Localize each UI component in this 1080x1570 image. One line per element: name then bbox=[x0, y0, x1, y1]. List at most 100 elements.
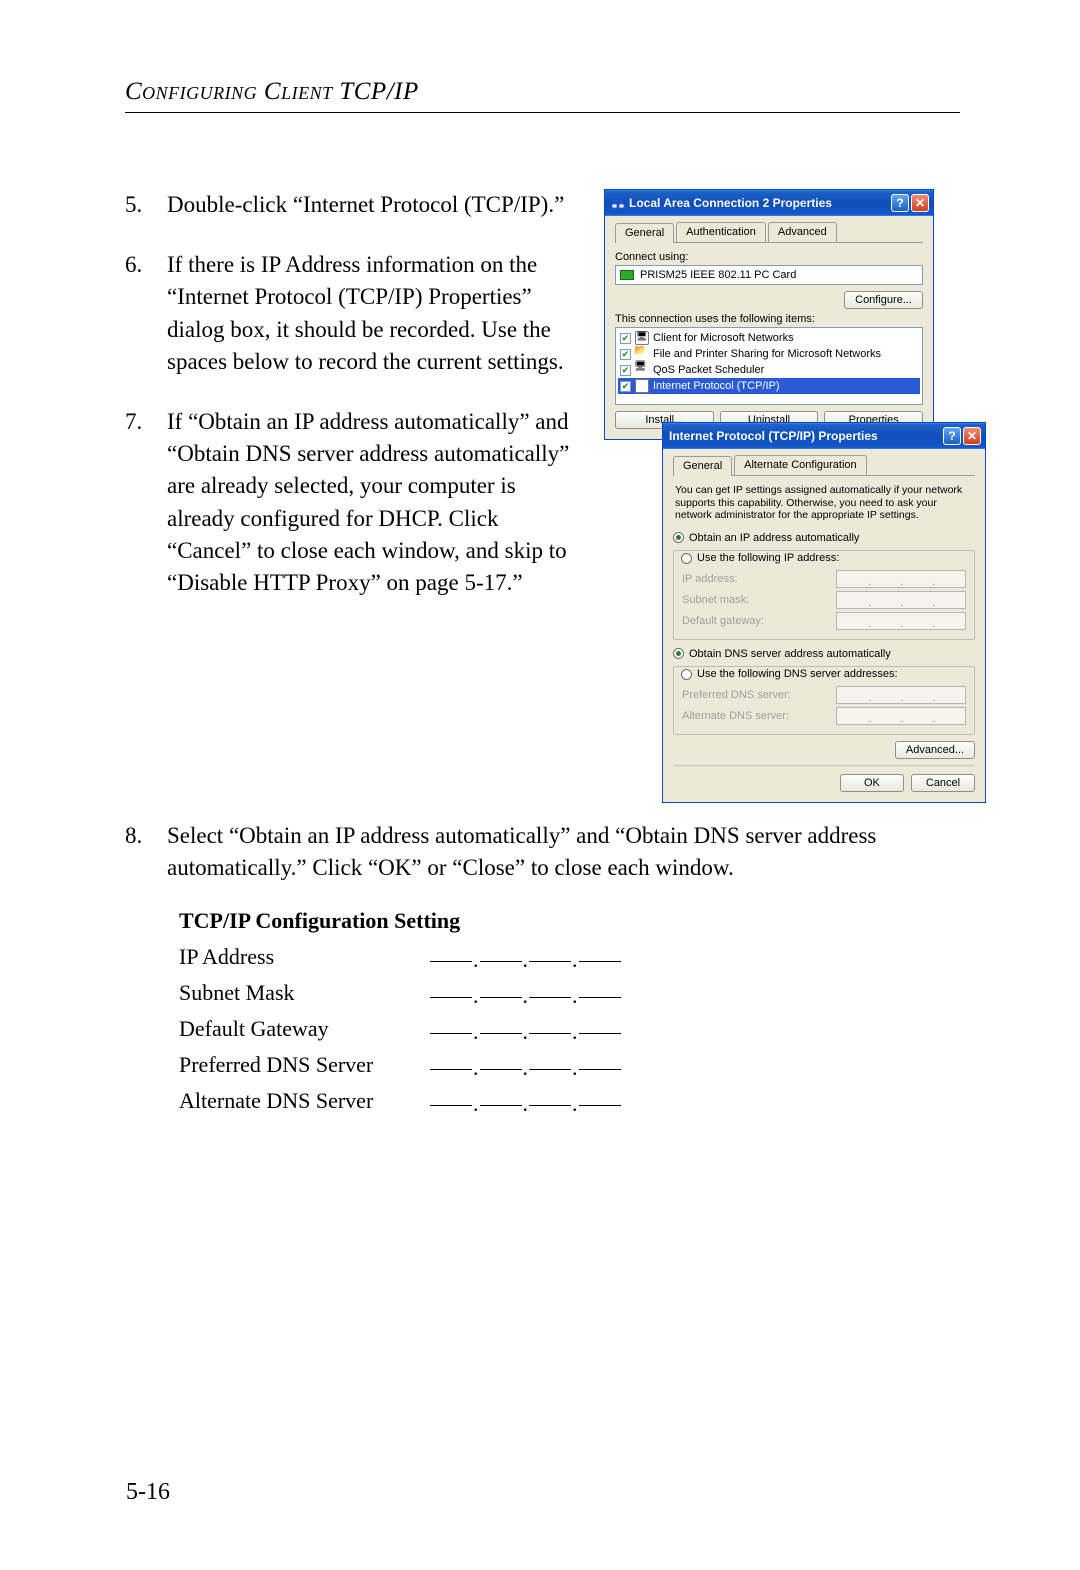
tab-general[interactable]: General bbox=[615, 223, 674, 243]
lan-titlebar[interactable]: Local Area Connection 2 Properties ? ✕ bbox=[605, 190, 933, 216]
list-item[interactable]: File and Printer Sharing for Microsoft N… bbox=[618, 346, 920, 362]
radio-use-ip[interactable]: Use the following IP address: bbox=[678, 552, 842, 564]
config-label: Default Gateway bbox=[179, 1016, 429, 1042]
radio-label: Use the following IP address: bbox=[697, 552, 839, 564]
close-button[interactable]: ✕ bbox=[911, 194, 929, 212]
ip-input bbox=[836, 612, 966, 630]
step-7: 7. If “Obtain an IP address automaticall… bbox=[167, 406, 586, 599]
tcpip-tabs: General Alternate Configuration bbox=[673, 455, 975, 476]
field-label: IP address: bbox=[682, 573, 836, 585]
field-label: Subnet mask: bbox=[682, 594, 836, 606]
lan-tabs: General Authentication Advanced bbox=[615, 222, 923, 243]
items-label: This connection uses the following items… bbox=[615, 313, 923, 325]
radio-label: Obtain DNS server address automatically bbox=[689, 648, 891, 660]
adapter-name: PRISM25 IEEE 802.11 PC Card bbox=[640, 269, 796, 281]
lan-body: General Authentication Advanced Connect … bbox=[605, 216, 933, 439]
checkbox-icon[interactable] bbox=[620, 333, 631, 344]
help-button[interactable]: ? bbox=[943, 427, 961, 445]
ok-button[interactable]: OK bbox=[840, 774, 904, 792]
config-value: ... bbox=[429, 1016, 622, 1042]
field-ip: IP address: bbox=[682, 570, 966, 588]
item-label: QoS Packet Scheduler bbox=[653, 364, 764, 376]
radio-icon bbox=[673, 648, 684, 659]
advanced-button[interactable]: Advanced... bbox=[895, 741, 975, 759]
field-subnet: Subnet mask: bbox=[682, 591, 966, 609]
adapter-icon bbox=[620, 270, 634, 280]
connect-using-label: Connect using: bbox=[615, 251, 923, 263]
checkbox-icon[interactable] bbox=[620, 349, 631, 360]
field-label: Alternate DNS server: bbox=[682, 710, 836, 722]
step-6-text: If there is IP Address information on th… bbox=[167, 252, 564, 374]
field-label: Preferred DNS server: bbox=[682, 689, 836, 701]
lan-title: Local Area Connection 2 Properties bbox=[629, 196, 889, 210]
config-table: IP Address ... Subnet Mask ... Default G… bbox=[179, 944, 960, 1114]
field-pdns: Preferred DNS server: bbox=[682, 686, 966, 704]
radio-label: Obtain an IP address automatically bbox=[689, 532, 859, 544]
cancel-button[interactable]: Cancel bbox=[911, 774, 975, 792]
config-label: Preferred DNS Server bbox=[179, 1052, 429, 1078]
step-8: 8. Select “Obtain an IP address automati… bbox=[167, 820, 960, 884]
tcpip-body: General Alternate Configuration You can … bbox=[663, 449, 985, 802]
step-5-text: Double-click “Internet Protocol (TCP/IP)… bbox=[167, 192, 564, 217]
field-gateway: Default gateway: bbox=[682, 612, 966, 630]
config-row-ip: IP Address ... bbox=[179, 944, 960, 970]
list-item[interactable]: QoS Packet Scheduler bbox=[618, 362, 920, 378]
screenshot-group: Local Area Connection 2 Properties ? ✕ G… bbox=[604, 189, 960, 794]
left-column: 5. Double-click “Internet Protocol (TCP/… bbox=[125, 189, 586, 627]
config-row-subnet: Subnet Mask ... bbox=[179, 980, 960, 1006]
field-label: Default gateway: bbox=[682, 615, 836, 627]
tcpip-properties-dialog: Internet Protocol (TCP/IP) Properties ? … bbox=[662, 422, 986, 803]
config-value: ... bbox=[429, 1088, 622, 1114]
config-row-gateway: Default Gateway ... bbox=[179, 1016, 960, 1042]
radio-obtain-ip[interactable]: Obtain an IP address automatically bbox=[673, 532, 859, 544]
item-label: Internet Protocol (TCP/IP) bbox=[653, 380, 780, 392]
qos-icon bbox=[635, 363, 649, 377]
tcpip-titlebar[interactable]: Internet Protocol (TCP/IP) Properties ? … bbox=[663, 423, 985, 449]
config-label: IP Address bbox=[179, 944, 429, 970]
protocol-icon bbox=[635, 379, 649, 393]
radio-icon bbox=[681, 669, 692, 680]
config-heading: TCP/IP Configuration Setting bbox=[179, 908, 960, 934]
share-icon bbox=[635, 347, 649, 361]
adapter-textbox[interactable]: PRISM25 IEEE 802.11 PC Card bbox=[615, 265, 923, 285]
config-value: ... bbox=[429, 1052, 622, 1078]
tcpip-description: You can get IP settings assigned automat… bbox=[675, 484, 975, 522]
radio-obtain-dns[interactable]: Obtain DNS server address automatically bbox=[673, 648, 891, 660]
list-item-selected[interactable]: Internet Protocol (TCP/IP) bbox=[618, 378, 920, 394]
ip-input bbox=[836, 570, 966, 588]
config-row-adns: Alternate DNS Server ... bbox=[179, 1088, 960, 1114]
checkbox-icon[interactable] bbox=[620, 381, 631, 392]
step-6: 6. If there is IP Address information on… bbox=[167, 249, 586, 378]
item-label: File and Printer Sharing for Microsoft N… bbox=[653, 348, 881, 360]
field-adns: Alternate DNS server: bbox=[682, 707, 966, 725]
page-header: Configuring Client TCP/IP bbox=[125, 78, 960, 113]
tab-advanced[interactable]: Advanced bbox=[768, 222, 837, 242]
radio-use-dns[interactable]: Use the following DNS server addresses: bbox=[678, 668, 901, 680]
content-wrap: 5. Double-click “Internet Protocol (TCP/… bbox=[125, 189, 960, 794]
radio-icon bbox=[673, 532, 684, 543]
config-row-pdns: Preferred DNS Server ... bbox=[179, 1052, 960, 1078]
tab-authentication[interactable]: Authentication bbox=[676, 222, 766, 242]
config-label: Subnet Mask bbox=[179, 980, 429, 1006]
step-6-number: 6. bbox=[125, 249, 142, 281]
ip-input bbox=[836, 686, 966, 704]
tab-general[interactable]: General bbox=[673, 456, 732, 476]
config-value: ... bbox=[429, 944, 622, 970]
page-footer: 5-16 bbox=[126, 1479, 170, 1506]
list-item[interactable]: Client for Microsoft Networks bbox=[618, 330, 920, 346]
step-5: 5. Double-click “Internet Protocol (TCP/… bbox=[167, 189, 586, 221]
step-8-number: 8. bbox=[125, 820, 142, 852]
tcpip-title: Internet Protocol (TCP/IP) Properties bbox=[669, 429, 941, 443]
help-button[interactable]: ? bbox=[891, 194, 909, 212]
tab-alternate[interactable]: Alternate Configuration bbox=[734, 455, 867, 475]
step-7-number: 7. bbox=[125, 406, 142, 438]
configure-button[interactable]: Configure... bbox=[844, 291, 923, 309]
items-listbox[interactable]: Client for Microsoft Networks File and P… bbox=[615, 327, 923, 405]
checkbox-icon[interactable] bbox=[620, 365, 631, 376]
config-label: Alternate DNS Server bbox=[179, 1088, 429, 1114]
radio-icon bbox=[681, 553, 692, 564]
client-icon bbox=[635, 331, 649, 345]
close-button[interactable]: ✕ bbox=[963, 427, 981, 445]
step-8-text: Select “Obtain an IP address automatical… bbox=[167, 823, 876, 880]
ip-input bbox=[836, 707, 966, 725]
